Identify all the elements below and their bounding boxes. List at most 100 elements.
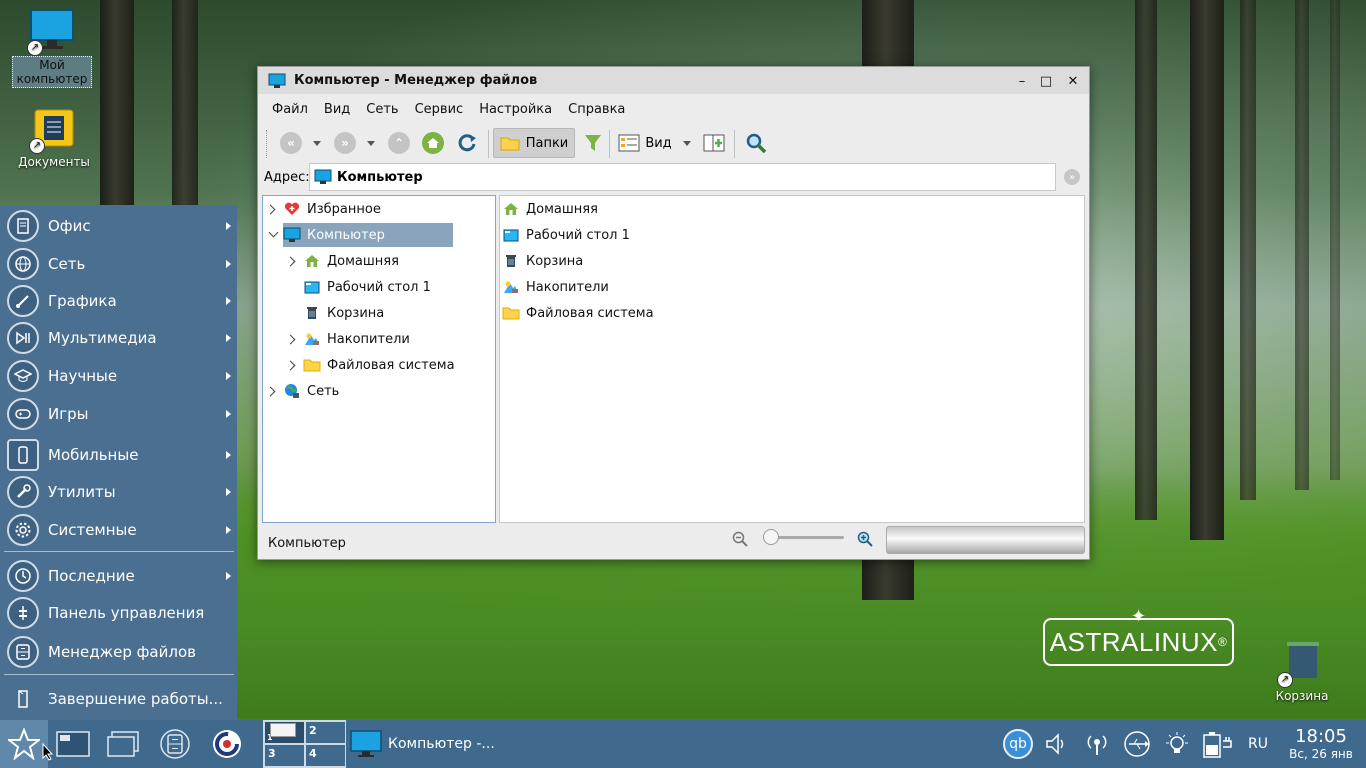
- refresh-button[interactable]: [454, 130, 480, 156]
- tree-item-filesystem[interactable]: Файловая система: [303, 353, 455, 377]
- minimize-button[interactable]: –: [1012, 71, 1032, 91]
- tree-item-computer[interactable]: Компьютер: [283, 223, 453, 247]
- menu-settings[interactable]: Настройка: [479, 102, 552, 117]
- menu-item-file-manager[interactable]: Менеджер файлов: [0, 634, 237, 670]
- search-button[interactable]: [743, 130, 769, 156]
- zoom-slider[interactable]: [770, 536, 844, 539]
- list-item-home[interactable]: Домашняя: [502, 197, 598, 221]
- menu-item-office[interactable]: Офис: [0, 208, 237, 244]
- close-button[interactable]: ✕: [1063, 71, 1083, 91]
- list-item-drives[interactable]: Накопители: [502, 275, 609, 299]
- address-go-button[interactable]: »: [1064, 169, 1080, 185]
- menu-network[interactable]: Сеть: [366, 102, 398, 117]
- expand-arrow-icon[interactable]: [285, 256, 296, 267]
- menu-item-multimedia[interactable]: Мультимедиа: [0, 320, 237, 356]
- network-tray-button[interactable]: [1080, 720, 1114, 768]
- view-mode-button[interactable]: Вид: [616, 130, 674, 156]
- filter-funnel-icon: [585, 135, 601, 151]
- menu-item-system[interactable]: Системные: [0, 512, 237, 548]
- folder-icon: [500, 137, 520, 151]
- tree-item-drives[interactable]: Накопители: [303, 327, 410, 351]
- file-list-panel: Домашняя Рабочий стол 1 Корзина Накопите…: [499, 195, 1085, 523]
- desktop-icon-my-computer[interactable]: ↗ Мой компьютер: [12, 8, 92, 88]
- desktop-icon-label: Документы: [18, 155, 90, 169]
- desktop-icon-documents[interactable]: ↗ Документы: [14, 106, 94, 170]
- battery-plug-icon: [1203, 732, 1232, 758]
- back-button[interactable]: «: [279, 130, 303, 156]
- menu-item-science[interactable]: Научные: [0, 358, 237, 394]
- expand-arrow-icon[interactable]: [265, 204, 276, 215]
- workspace-2[interactable]: 2: [305, 721, 346, 744]
- list-item-desktop-1[interactable]: Рабочий стол 1: [502, 223, 630, 247]
- folders-button[interactable]: Папки: [493, 128, 575, 158]
- chevron-down-icon: [683, 140, 691, 146]
- tree-item-favorites[interactable]: Избранное: [283, 197, 381, 221]
- tree-item-home[interactable]: Домашняя: [303, 249, 399, 273]
- new-pane-button[interactable]: [701, 130, 727, 156]
- zoom-slider-handle[interactable]: [763, 529, 779, 545]
- brightness-bulb-icon: [1166, 732, 1188, 753]
- shortcut-arrow-icon: ↗: [27, 40, 43, 56]
- menu-service[interactable]: Сервис: [415, 102, 464, 117]
- browser-launcher[interactable]: [208, 720, 246, 768]
- menu-separator: [4, 551, 234, 552]
- list-item-filesystem[interactable]: Файловая система: [502, 301, 654, 325]
- forward-button[interactable]: »: [333, 130, 357, 156]
- network-icon: [283, 383, 301, 399]
- window-titlebar[interactable]: Компьютер - Менеджер файлов – □ ✕: [258, 67, 1089, 94]
- tree-item-desktop-1[interactable]: Рабочий стол 1: [303, 275, 431, 299]
- file-manager-launcher[interactable]: [156, 720, 194, 768]
- workspace-1[interactable]: 1: [264, 721, 305, 744]
- computer-icon: [268, 73, 286, 89]
- folder-icon: [303, 357, 321, 373]
- address-input[interactable]: Компьютер: [309, 163, 1056, 191]
- workspace-3[interactable]: 3: [264, 744, 305, 767]
- view-mode-dropdown[interactable]: [680, 130, 694, 156]
- forward-history-dropdown[interactable]: [364, 130, 378, 156]
- menu-item-games[interactable]: Игры: [0, 396, 237, 432]
- taskbar-task-file-manager[interactable]: Компьютер -...: [350, 720, 510, 768]
- filter-button[interactable]: [581, 130, 605, 156]
- tree-item-trash[interactable]: Корзина: [303, 301, 384, 325]
- zoom-in-icon: [857, 531, 873, 547]
- start-button[interactable]: [0, 720, 48, 768]
- clock[interactable]: 18:05 Вс, 26 янв: [1276, 720, 1366, 768]
- tree-item-network[interactable]: Сеть: [283, 379, 339, 403]
- zoom-in-button[interactable]: [857, 531, 873, 551]
- power-battery-button[interactable]: [1198, 720, 1238, 768]
- collapse-arrow-icon[interactable]: [268, 227, 279, 238]
- drives-icon: [502, 279, 520, 295]
- brightness-button[interactable]: [1160, 720, 1194, 768]
- menu-item-control-panel[interactable]: Панель управления: [0, 595, 237, 631]
- menu-item-graphics[interactable]: Графика: [0, 283, 237, 319]
- menu-item-shutdown[interactable]: Завершение работы...: [0, 681, 237, 717]
- zoom-out-button[interactable]: [732, 531, 748, 551]
- menu-view[interactable]: Вид: [324, 102, 350, 117]
- volume-button[interactable]: [1040, 720, 1074, 768]
- up-button[interactable]: ⌃: [387, 130, 411, 156]
- expand-arrow-icon[interactable]: [285, 334, 296, 345]
- expand-arrow-icon[interactable]: [285, 360, 296, 371]
- window-switcher-button[interactable]: [104, 720, 142, 768]
- qbittorrent-tray-button[interactable]: qb: [1000, 720, 1036, 768]
- expand-arrow-icon[interactable]: [265, 386, 276, 397]
- workspace-4[interactable]: 4: [305, 744, 346, 767]
- usb-tray-button[interactable]: [1120, 720, 1154, 768]
- list-item-trash[interactable]: Корзина: [502, 249, 583, 273]
- back-history-dropdown[interactable]: [310, 130, 324, 156]
- menu-help[interactable]: Справка: [568, 102, 625, 117]
- home-button[interactable]: [420, 130, 446, 156]
- menu-file[interactable]: Файл: [272, 102, 308, 117]
- menu-item-recent[interactable]: Последние: [0, 558, 237, 594]
- shortcut-arrow-icon: ↗: [29, 138, 45, 154]
- computer-icon: [283, 227, 301, 243]
- submenu-arrow-icon: [226, 410, 231, 418]
- show-desktop-button[interactable]: [54, 720, 92, 768]
- maximize-button[interactable]: □: [1036, 71, 1056, 91]
- menu-item-network[interactable]: Сеть: [0, 246, 237, 282]
- keyboard-layout-indicator[interactable]: RU: [1240, 720, 1276, 768]
- menu-item-utilities[interactable]: Утилиты: [0, 474, 237, 510]
- desktop-icon-trash[interactable]: ↗ Корзина: [1262, 640, 1342, 704]
- menu-item-mobile[interactable]: Мобильные: [0, 437, 237, 473]
- view-list-icon: [618, 134, 640, 152]
